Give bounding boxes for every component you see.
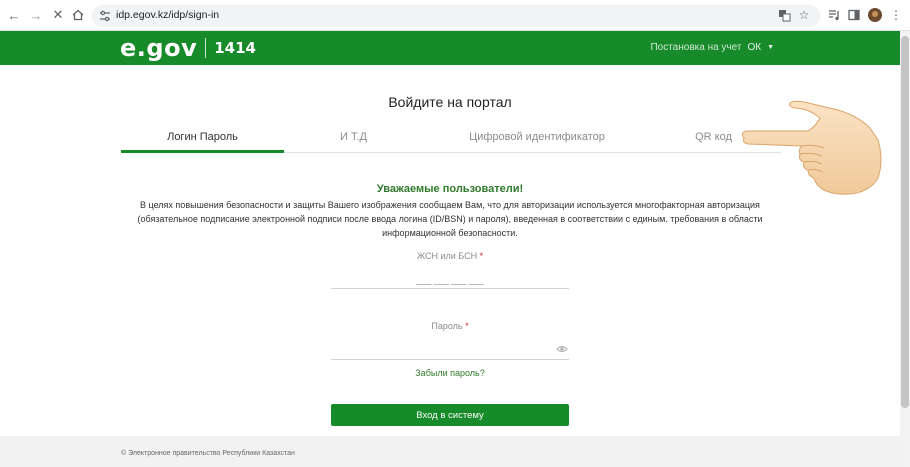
home-icon[interactable]: [70, 7, 86, 23]
register-link[interactable]: Постановка на учет: [650, 42, 741, 53]
required-mark: *: [479, 251, 484, 261]
header-right: Постановка на учет ОК ▼: [650, 42, 774, 53]
menu-kebab-icon[interactable]: ⋮: [888, 7, 904, 23]
address-bar[interactable]: idp.egov.kz/idp/sign-in: [92, 5, 820, 27]
chevron-down-icon[interactable]: ▼: [767, 44, 774, 51]
back-icon[interactable]: ←: [6, 7, 22, 23]
site-header: e.gov 1414 Постановка на учет ОК ▼: [0, 31, 900, 65]
side-panel-icon[interactable]: [846, 7, 862, 23]
iin-label: ЖСН или БСН *: [331, 251, 569, 261]
close-icon[interactable]: ✕: [50, 7, 66, 23]
password-label-text: Пароль: [431, 321, 463, 331]
tab-etc[interactable]: И Т.Д: [301, 131, 406, 143]
forward-icon[interactable]: →: [28, 7, 44, 23]
profile-avatar-icon[interactable]: [867, 7, 883, 23]
iin-label-text: ЖСН или БСН: [416, 251, 478, 261]
media-queue-icon[interactable]: [826, 7, 842, 23]
egov-logo[interactable]: e.gov 1414: [120, 34, 256, 62]
pointing-hand-icon: [741, 100, 882, 195]
logo-text: e.gov: [120, 34, 198, 62]
password-input[interactable]: [331, 342, 569, 360]
language-selector[interactable]: ОК: [747, 42, 761, 53]
login-tabs: Логин Пароль И Т.Д Цифровой идентификато…: [121, 125, 781, 153]
site-settings-icon[interactable]: [98, 9, 112, 23]
translate-icon[interactable]: [776, 7, 792, 23]
forgot-password-link[interactable]: Забыли пароль?: [0, 368, 900, 378]
logo-divider: [205, 38, 207, 58]
tab-login-password[interactable]: Логин Пароль: [121, 131, 284, 143]
footer-copyright: © Электронное правительство Республики К…: [121, 450, 295, 457]
notice-body: В целях повышения безопасности и защиты …: [137, 200, 763, 238]
login-button[interactable]: Вход в систему: [331, 404, 569, 426]
site-footer: © Электронное правительство Республики К…: [0, 436, 900, 467]
password-label: Пароль *: [331, 321, 569, 331]
scrollbar-thumb[interactable]: [901, 36, 909, 408]
browser-toolbar: ← → ✕ idp.egov.kz/idp/sign-in ☆ ⋮: [0, 0, 910, 31]
required-mark: *: [465, 321, 469, 331]
url-text: idp.egov.kz/idp/sign-in: [116, 9, 220, 21]
bookmark-star-icon[interactable]: ☆: [796, 7, 812, 23]
show-password-eye-icon[interactable]: [556, 344, 568, 354]
iin-input[interactable]: [331, 271, 569, 289]
logo-phone-number: 1414: [214, 39, 256, 57]
active-tab-indicator: [121, 150, 284, 153]
tab-digital-id[interactable]: Цифровой идентификатор: [441, 131, 633, 143]
